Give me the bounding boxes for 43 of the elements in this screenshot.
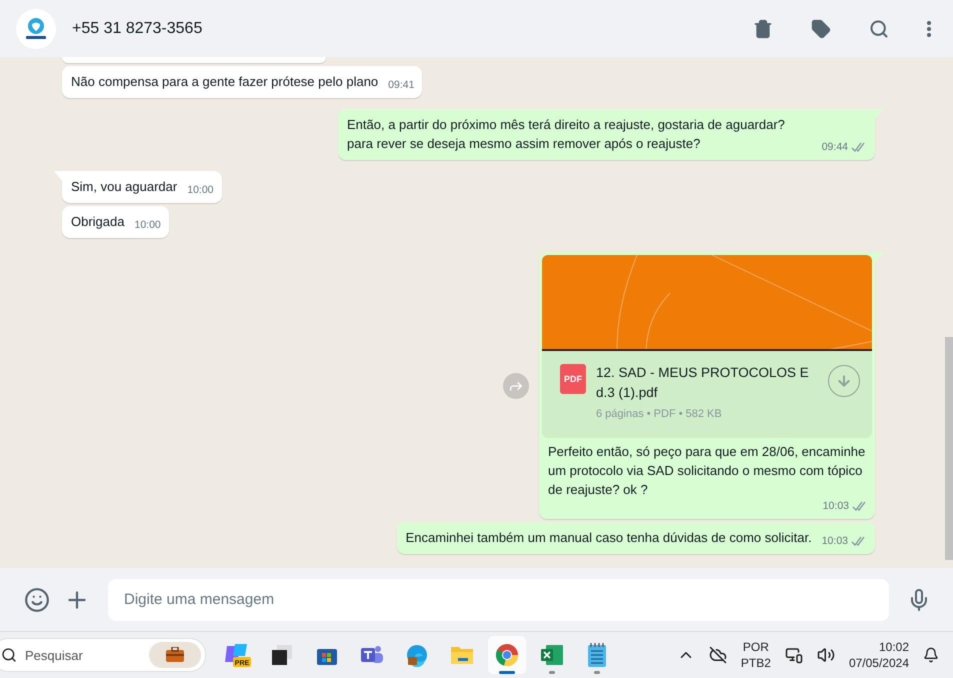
notification-icon[interactable] bbox=[923, 647, 939, 663]
logo-icon bbox=[23, 16, 49, 42]
search-placeholder: Pesquisar bbox=[25, 648, 84, 662]
pdf-icon: PDF bbox=[560, 364, 586, 394]
chrome-icon bbox=[495, 643, 519, 667]
message-time: 10:03 bbox=[822, 532, 867, 551]
message-text: Obrigada bbox=[71, 213, 124, 231]
download-icon bbox=[836, 373, 852, 389]
message-text: Não compensa para a gente fazer prótese pelo plano bbox=[71, 73, 378, 91]
message-text: Encaminhei também um manual caso tenha dúvidas de como solicitar. bbox=[406, 529, 812, 547]
clock[interactable]: 10:02 07/05/2024 bbox=[848, 639, 909, 671]
message-time: 10:00 bbox=[187, 183, 214, 198]
message-text: Então, a partir do próximo mês terá direito a reajuste, gostaria de aguardar? para rever se deseja mesmo assim remover após o reajuste? bbox=[347, 116, 786, 153]
file-name: 12. SAD - MEUS PROTOCOLOS E d.3 (1).pdf bbox=[596, 364, 810, 402]
scrollbar[interactable] bbox=[945, 337, 953, 560]
file-details: 6 páginas • PDF • 582 KB bbox=[596, 407, 723, 422]
spreadsheet-icon bbox=[540, 644, 564, 666]
window-icon bbox=[271, 644, 293, 666]
tag-icon bbox=[811, 18, 831, 38]
keyboard-language[interactable]: POR PTB2 bbox=[740, 639, 771, 671]
volume-icon[interactable] bbox=[816, 646, 835, 664]
briefcase-icon bbox=[149, 642, 201, 668]
cloud-off-icon[interactable] bbox=[708, 646, 727, 664]
message-input[interactable]: Digite uma mensagem bbox=[108, 578, 889, 620]
message-text: Perfeito então, só peço para que em 28/06, encaminhe um protocolo via SAD solicitando o mesmo com tópico de reajuste? ok ? bbox=[548, 443, 866, 499]
message-time: 10:03 bbox=[822, 497, 868, 516]
message-time: 09:44 bbox=[822, 138, 867, 157]
contact-avatar[interactable] bbox=[16, 8, 56, 48]
search-icon bbox=[1, 647, 17, 663]
message-text: Sim, vou aguardar bbox=[71, 178, 178, 196]
teams-icon bbox=[360, 644, 384, 666]
network-icon[interactable] bbox=[784, 646, 803, 664]
menu-icon bbox=[927, 20, 931, 36]
message-time: 09:41 bbox=[388, 78, 414, 93]
document-card[interactable]: PDF 12. SAD - MEUS PROTOCOLOS E d.3 (1).pdf 6 páginas • PDF • 582 KB bbox=[542, 351, 872, 438]
message-time: 10:00 bbox=[134, 218, 161, 233]
search-icon bbox=[869, 18, 889, 38]
search-field[interactable]: Pesquisar bbox=[0, 638, 206, 672]
edge-icon bbox=[405, 643, 429, 667]
notepad-icon bbox=[587, 642, 607, 668]
trash-icon bbox=[753, 18, 773, 38]
smiley-icon bbox=[24, 586, 50, 612]
folder-icon bbox=[450, 645, 474, 665]
